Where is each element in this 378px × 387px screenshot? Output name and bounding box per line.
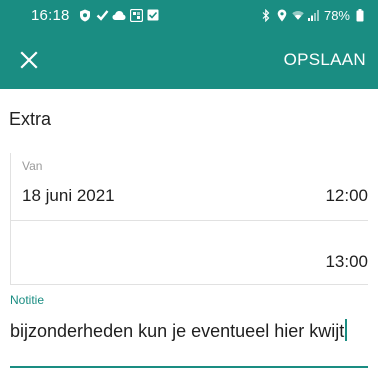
to-time-value[interactable]: 13:00 — [325, 252, 368, 272]
section-title: Extra — [9, 109, 52, 129]
close-icon — [20, 51, 38, 69]
status-time: 16:18 — [31, 7, 70, 24]
location-icon — [276, 8, 288, 22]
note-label: Notitie — [10, 293, 45, 307]
to-date-field[interactable] — [10, 221, 368, 284]
notification-icons — [78, 8, 160, 22]
status-bar: 16:18 78% — [0, 0, 378, 31]
note-text-wrapper: bijzonderheden kun je eventueel hier kwi… — [10, 319, 347, 342]
app-bar: OPSLAAN — [0, 31, 378, 89]
cloud-icon — [112, 8, 126, 22]
from-date-value: 18 juni 2021 — [22, 186, 115, 205]
bluetooth-icon — [260, 8, 272, 22]
shield-icon — [78, 8, 92, 22]
note-underline — [10, 366, 368, 368]
system-icons: 78% — [260, 7, 366, 23]
battery-icon — [354, 8, 366, 22]
text-cursor — [345, 319, 347, 341]
checkbox-icon — [146, 8, 160, 22]
battery-percentage: 78% — [323, 7, 350, 23]
check-icon — [95, 8, 109, 22]
wifi-icon — [292, 8, 304, 22]
signal-icon — [307, 8, 320, 22]
app-icon — [129, 8, 143, 22]
from-time-value[interactable]: 12:00 — [325, 186, 368, 206]
edit-screen: 16:18 78% OPSLAAN Extra Van 18 juni 2021… — [0, 0, 378, 387]
save-button[interactable]: OPSLAAN — [284, 50, 366, 70]
close-button[interactable] — [16, 47, 42, 73]
to-divider — [10, 284, 368, 285]
note-value: bijzonderheden kun je eventueel hier kwi… — [10, 321, 345, 341]
